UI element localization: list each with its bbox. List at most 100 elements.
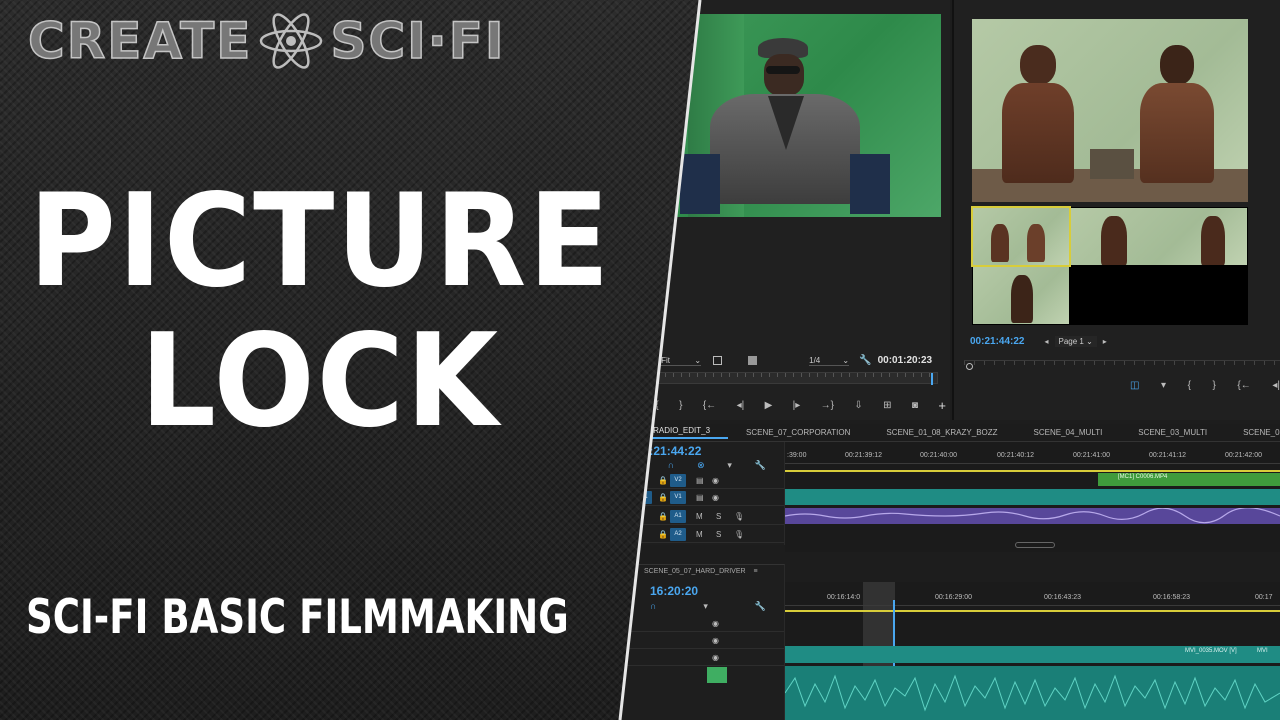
source-playhead[interactable] (931, 373, 933, 385)
wrench-icon[interactable]: 🔧 (859, 355, 871, 366)
in-point-icon[interactable]: { (1188, 380, 1191, 391)
track-v2-bottom[interactable]: ◉ (620, 632, 784, 649)
video-clip-v1[interactable] (785, 489, 1280, 505)
snap-icon[interactable]: ∩ (650, 601, 656, 612)
ruler-tick: 00:16:43:23 (1044, 594, 1081, 601)
sync-lock-icon[interactable]: ▤ (696, 493, 704, 502)
multicam-clip-label: [MC1] C0006.MP4 (1118, 474, 1168, 480)
eye-icon[interactable]: ◉ (712, 493, 719, 502)
page-select[interactable]: Page 1 ⌄ (1054, 336, 1097, 347)
multicam-angle-3[interactable] (973, 267, 1069, 324)
eye-icon[interactable]: ◉ (712, 619, 719, 628)
ruler-tick: 00:21:42:00 (1225, 452, 1262, 459)
ruler-tick: 00:21:39:12 (845, 452, 882, 459)
horizontal-scrollbar[interactable] (1015, 542, 1055, 548)
clip-label: MVI_0035.MOV [V] (1185, 648, 1237, 654)
tab-scene-03-multi[interactable]: SCENE_03_MULTI (1120, 428, 1225, 437)
eye-icon[interactable]: ◉ (712, 653, 719, 662)
timeline-top-tracks[interactable]: :39:00 00:21:39:12 00:21:40:00 00:21:40:… (785, 442, 1280, 552)
step-back-icon[interactable]: ◂| (1272, 380, 1280, 391)
source-scrub-bar[interactable] (632, 372, 938, 385)
audio-clip-a1[interactable] (785, 508, 1280, 524)
step-forward-icon[interactable]: |▸ (793, 400, 801, 411)
resolution-select[interactable]: 1/4 ⌄ (809, 356, 850, 366)
out-point-icon[interactable]: } (1213, 380, 1216, 391)
tab-scene-05-multi[interactable]: SCENE_05_MULTI (1225, 428, 1280, 437)
zoom-select[interactable]: Fit ⌄ (661, 356, 702, 366)
lock-icon[interactable]: 🔒 (658, 476, 668, 485)
multicam-grid (971, 206, 1248, 325)
track-badge-a1[interactable]: A1 (670, 509, 686, 523)
overwrite-icon[interactable]: ⊞ (883, 400, 891, 411)
out-point-icon[interactable]: } (679, 400, 682, 411)
ruler-tick: 00:16:58:23 (1153, 594, 1190, 601)
multicam-clip[interactable]: [MC1] C0006.MP4 (1098, 473, 1280, 486)
in-point-icon[interactable]: { (655, 400, 658, 411)
snap-icon[interactable]: ∩ (668, 460, 674, 471)
play-icon[interactable]: ▶ (765, 400, 773, 411)
track-target-a1[interactable] (707, 667, 727, 683)
prev-page-icon[interactable]: ◂ (1044, 337, 1048, 346)
track-badge-v1[interactable]: V1 (670, 490, 686, 504)
track-v3[interactable]: ◉ (620, 615, 784, 632)
timeline-bottom-tracks[interactable]: 00:16:14:0 00:16:29:00 00:16:43:23 00:16… (785, 582, 1280, 720)
link-icon[interactable]: ⊗ (697, 460, 705, 471)
next-page-icon[interactable]: ▸ (1103, 337, 1107, 346)
clip-label: MVI (1257, 648, 1268, 654)
marker-icon[interactable]: ▾ (727, 460, 732, 471)
lock-icon[interactable]: 🔒 (658, 493, 668, 502)
multicam-angle-1[interactable] (971, 206, 1071, 267)
multicam-toggle-icon[interactable]: ◫ (1130, 380, 1139, 391)
marker-icon[interactable]: ▾ (1161, 380, 1166, 391)
mic-icon[interactable]: 🎙 (734, 512, 744, 521)
mute-button[interactable]: M (696, 530, 703, 539)
eye-icon[interactable]: ◉ (712, 476, 719, 485)
audio-clip-a1-bottom[interactable] (785, 666, 1280, 720)
go-to-in-icon[interactable]: {← (703, 400, 716, 411)
mute-button[interactable]: M (696, 512, 703, 521)
panel-menu-icon[interactable]: ≡ (754, 568, 758, 575)
multicam-angle-2[interactable] (1071, 208, 1247, 265)
timeline-bottom-timecode: 16:20:20 (650, 584, 699, 598)
tab-scene-01-08-krazy-bozz[interactable]: SCENE_01_08_KRAZY_BOZZ (868, 428, 1015, 437)
lock-icon[interactable]: 🔒 (658, 530, 668, 539)
video-clip-v1-bottom[interactable]: MVI_0035.MOV [V] MVI (785, 646, 1280, 663)
timeline-top-ruler[interactable]: :39:00 00:21:39:12 00:21:40:00 00:21:40:… (785, 450, 1280, 464)
sequence-tabs: ZR_RADIO_EDIT_3 SCENE_07_CORPORATION SCE… (620, 424, 1280, 442)
work-area-bar[interactable] (785, 610, 1280, 612)
mic-icon[interactable]: 🎙 (734, 530, 744, 539)
settings-icon[interactable] (748, 356, 758, 365)
plus-icon[interactable]: + (938, 398, 946, 413)
track-badge-v2[interactable]: V2 (670, 473, 686, 487)
ruler-tick: 00:21:41:00 (1073, 452, 1110, 459)
eye-icon[interactable]: ◉ (712, 636, 719, 645)
program-scrub-bar[interactable] (964, 360, 1280, 372)
track-a1[interactable]: 🔒 A1 M S 🎙 (620, 508, 784, 525)
program-video-frame[interactable] (972, 19, 1248, 202)
tab-scene-04-multi[interactable]: SCENE_04_MULTI (1016, 428, 1121, 437)
go-to-out-icon[interactable]: →} (821, 400, 834, 411)
wrench-icon[interactable]: 🔧 (755, 460, 766, 471)
track-v1-bottom[interactable]: ◉ (620, 649, 784, 666)
track-badge-a2[interactable]: A2 (670, 527, 686, 541)
safe-margins-icon[interactable] (713, 356, 723, 365)
sequence-name[interactable]: SCENE_05_07_HARD_DRIVER (644, 568, 746, 575)
track-a2[interactable]: 🔒 A2 M S 🎙 (620, 526, 784, 543)
go-to-in-icon[interactable]: {← (1237, 380, 1250, 391)
logo-text-right: SCI·FI (330, 11, 506, 71)
work-area-bar[interactable] (785, 470, 1280, 472)
sync-lock-icon[interactable]: ▤ (696, 476, 704, 485)
atom-icon (260, 13, 323, 69)
lock-icon[interactable]: 🔒 (658, 512, 668, 521)
program-timecode: 00:21:44:22 (970, 336, 1025, 347)
solo-button[interactable]: S (716, 512, 721, 521)
insert-icon[interactable]: ⇩ (854, 400, 862, 411)
tab-scene-07-corporation[interactable]: SCENE_07_CORPORATION (728, 428, 868, 437)
step-back-icon[interactable]: ◂| (737, 400, 745, 411)
solo-button[interactable]: S (716, 530, 721, 539)
camera-icon[interactable]: ◙ (912, 400, 918, 411)
timeline-bottom-ruler[interactable]: 00:16:14:0 00:16:29:00 00:16:43:23 00:16… (785, 592, 1280, 606)
marker-icon[interactable]: ▾ (703, 601, 708, 612)
wrench-icon[interactable]: 🔧 (755, 601, 766, 612)
ruler-tick: 00:21:40:12 (997, 452, 1034, 459)
